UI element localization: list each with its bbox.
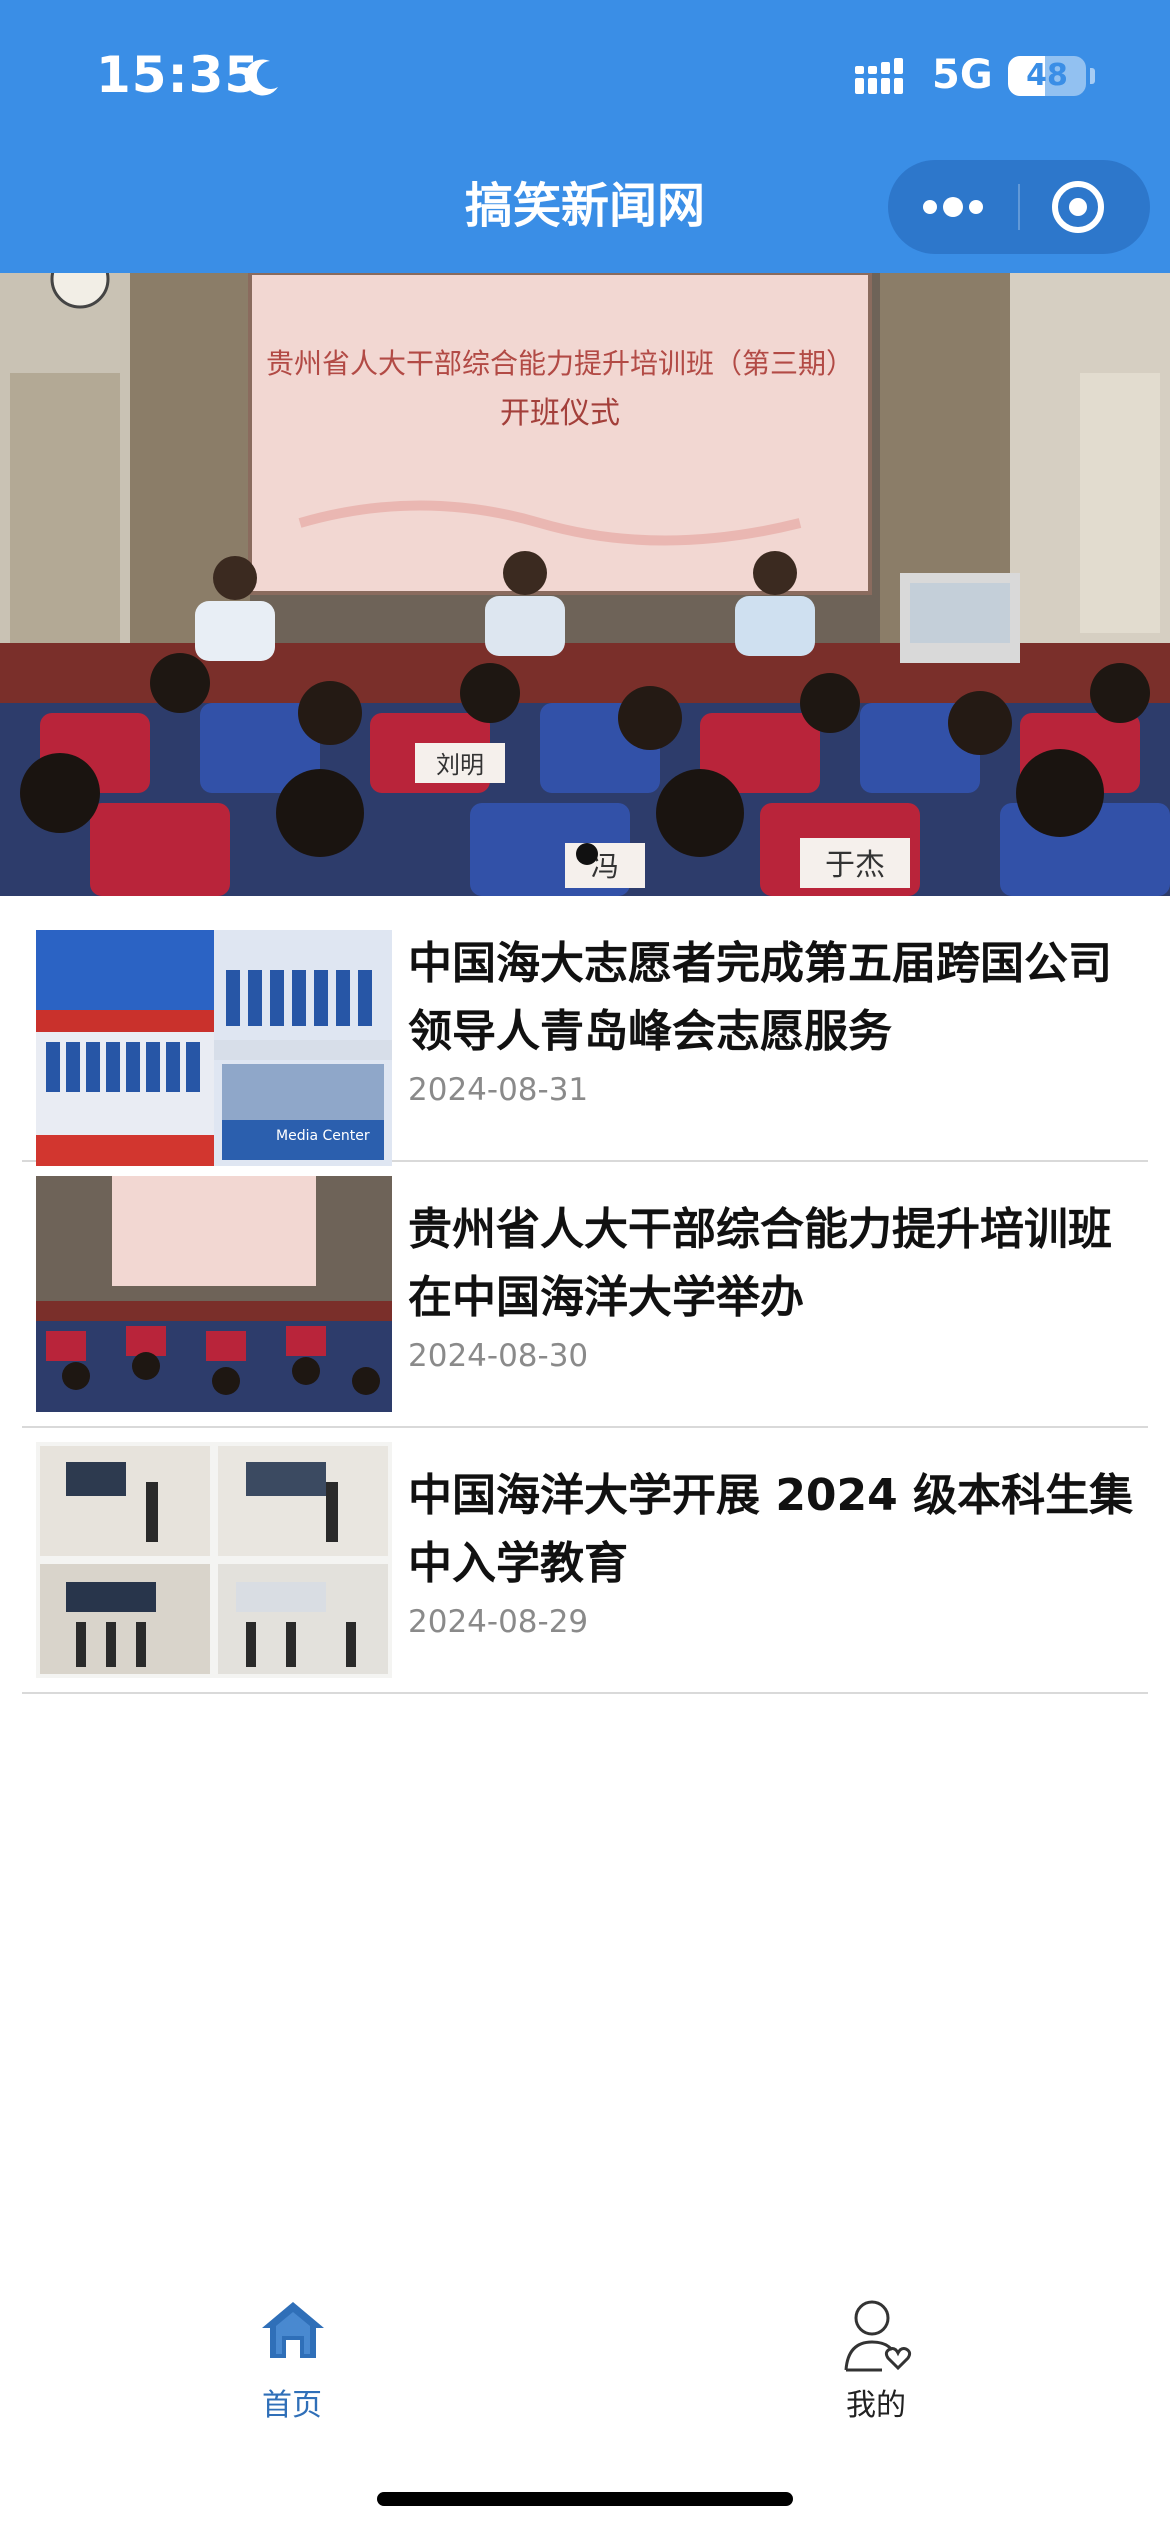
banner-carousel[interactable]: 贵州省人大干部综合能力提升培训班（第三期） 开班仪式 于杰 冯 刘明 xyxy=(0,273,1170,896)
home-icon xyxy=(262,2302,324,2358)
user-heart-icon xyxy=(844,2300,912,2372)
news-thumbnail-image xyxy=(36,1442,392,1678)
banner-screen-subtitle: 开班仪式 xyxy=(500,396,620,431)
news-thumbnail xyxy=(36,1176,392,1412)
app-header: 15:35 5G 48 搞笑新闻网 xyxy=(0,0,1170,273)
news-title[interactable]: 中国海大志愿者完成第五届跨国公司领导人青岛峰会志愿服务 xyxy=(408,930,1148,1066)
battery-icon: 48 xyxy=(1008,56,1086,96)
tab-home[interactable]: 首页 xyxy=(192,2280,392,2423)
more-button[interactable] xyxy=(888,160,1018,254)
network-type: 5G xyxy=(932,52,993,98)
more-dots-icon xyxy=(923,197,983,217)
news-title[interactable]: 贵州省人大干部综合能力提升培训班在中国海洋大学举办 xyxy=(408,1196,1148,1332)
tab-profile[interactable]: 我的 xyxy=(776,2280,976,2423)
news-date: 2024-08-31 xyxy=(408,1072,589,1108)
news-title[interactable]: 中国海洋大学开展 2024 级本科生集中入学教育 xyxy=(408,1462,1148,1598)
news-date: 2024-08-29 xyxy=(408,1604,589,1640)
tab-home-label: 首页 xyxy=(262,2388,322,2423)
tab-profile-label: 我的 xyxy=(846,2388,906,2423)
battery-tip xyxy=(1090,68,1095,84)
news-item[interactable]: 中国海洋大学开展 2024 级本科生集中入学教育 2024-08-29 xyxy=(22,1428,1148,1694)
target-close-icon xyxy=(1052,181,1104,233)
status-time: 15:35 xyxy=(96,46,261,104)
moon-icon xyxy=(244,59,278,96)
battery-level: 48 xyxy=(1026,58,1068,93)
tab-bar: 首页 我的 xyxy=(0,2280,1170,2423)
miniprogram-capsule xyxy=(888,160,1150,254)
home-indicator xyxy=(377,2492,793,2506)
news-thumbnail xyxy=(36,1442,392,1678)
news-list: Media Center 中国海大志愿者完成第五届跨国公司领导人青岛峰会志愿服务… xyxy=(22,896,1148,1694)
news-date: 2024-08-30 xyxy=(408,1338,589,1374)
banner-photo: 贵州省人大干部综合能力提升培训班（第三期） 开班仪式 于杰 冯 刘明 xyxy=(0,273,1170,896)
signal-icon xyxy=(855,58,903,94)
news-item[interactable]: 贵州省人大干部综合能力提升培训班在中国海洋大学举办 2024-08-30 xyxy=(22,1162,1148,1428)
banner-indicator-dot[interactable] xyxy=(576,843,598,865)
news-item[interactable]: Media Center 中国海大志愿者完成第五届跨国公司领导人青岛峰会志愿服务… xyxy=(22,896,1148,1166)
thumb-caption: Media Center xyxy=(276,1128,370,1144)
banner-screen-title: 贵州省人大干部综合能力提升培训班（第三期） xyxy=(266,347,854,380)
banner-nameplate: 刘明 xyxy=(436,751,484,779)
news-thumbnail-image xyxy=(36,1176,392,1412)
banner-nameplate: 于杰 xyxy=(825,848,885,883)
news-thumbnail-image: Media Center xyxy=(36,930,392,1166)
news-thumbnail: Media Center xyxy=(36,930,392,1166)
close-button[interactable] xyxy=(1020,160,1150,254)
